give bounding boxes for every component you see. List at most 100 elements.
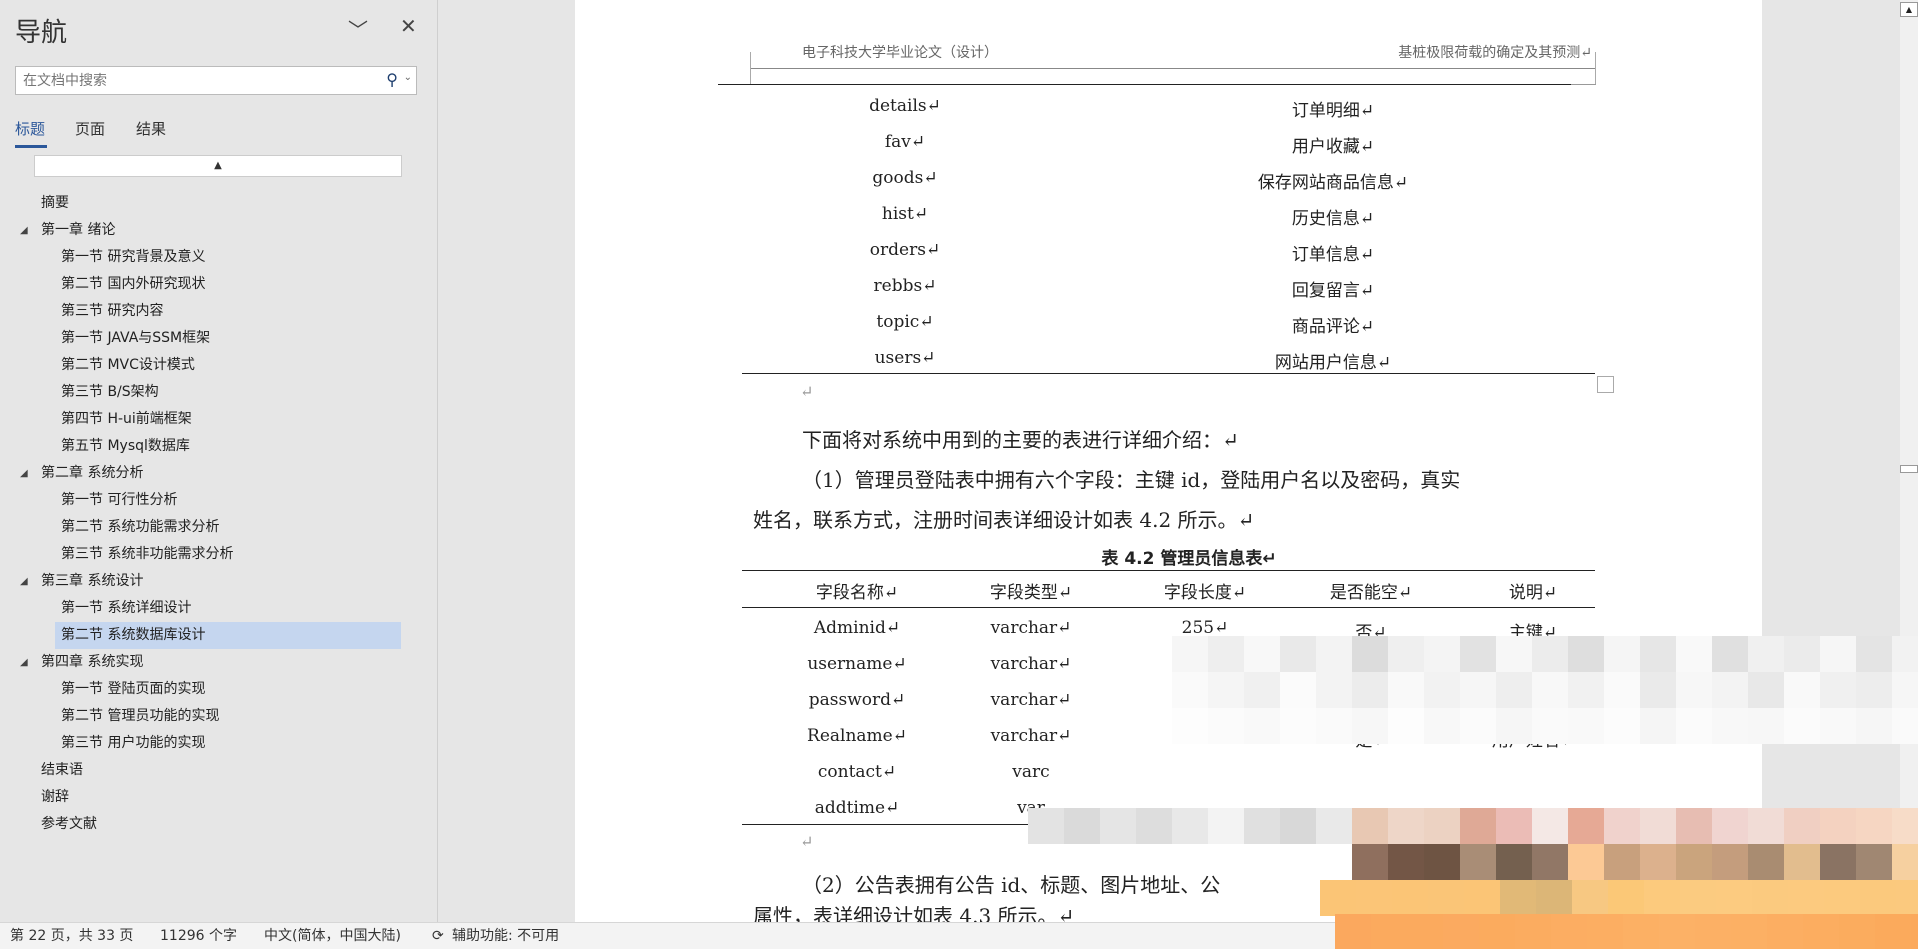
chevron-down-icon[interactable]: ﹀ xyxy=(348,14,368,43)
outline-item[interactable]: 第二章 系统分析 ◢ xyxy=(0,460,401,487)
language[interactable]: 中文(简体，中国大陆) xyxy=(264,923,401,949)
outline-item-label: 第三节 系统非功能需求分析 xyxy=(61,546,234,562)
table2-cell: 是↵ xyxy=(1355,659,1387,679)
table2-cell: varchar↵ xyxy=(990,690,1072,710)
table2-cell: 255↵ xyxy=(1181,618,1229,638)
table2-cell: username↵ xyxy=(807,654,907,674)
outline-item-label: 结束语 xyxy=(41,762,83,778)
table-resize-handle[interactable] xyxy=(1597,376,1614,393)
search-icon[interactable]: ⚲ xyxy=(386,70,398,89)
outline-item[interactable]: 第三节 B/S架构 xyxy=(55,379,401,406)
tab-headings[interactable]: 标题 xyxy=(15,118,45,139)
table1-cell: 保存网站商品信息↵ xyxy=(1257,173,1409,193)
outline-item-label: 第一节 系统详细设计 xyxy=(61,600,192,616)
table1-cell: 历史信息↵ xyxy=(1291,209,1375,229)
scroll-up-icon[interactable]: ▲ xyxy=(1900,2,1918,17)
navigation-pane: 导航 ﹀ ✕ ⚲ ⌄ 标题 页面 结果 ▲ 摘要第一章 绪论 ◢ 第一节 研究背景及… xyxy=(0,0,438,922)
expand-triangle-icon[interactable]: ◢ xyxy=(20,460,28,487)
search-input[interactable] xyxy=(16,67,366,94)
table1-cell: fav↵ xyxy=(884,132,926,152)
outline-item[interactable]: 摘要 xyxy=(0,190,401,217)
outline-item[interactable]: 第一节 研究背景及意义 xyxy=(55,244,401,271)
table2-cell: Adminid↵ xyxy=(813,618,901,638)
outline-item[interactable]: 第一节 登陆页面的实现 xyxy=(55,676,401,703)
outline-item[interactable]: 第二节 系统功能需求分析 xyxy=(55,514,401,541)
margin-mark xyxy=(750,52,751,84)
outline-item-label: 谢辞 xyxy=(41,789,69,805)
search-box[interactable]: ⚲ ⌄ xyxy=(15,66,417,95)
table2-cell: contact↵ xyxy=(817,762,897,782)
close-icon[interactable]: ✕ xyxy=(400,14,417,38)
active-tab-indicator xyxy=(15,145,47,148)
outline-item-label: 第三节 研究内容 xyxy=(61,303,164,319)
scroll-to-top-button[interactable]: ▲ xyxy=(34,155,402,177)
outline-item-label: 第二节 系统数据库设计 xyxy=(61,627,206,643)
outline-item[interactable]: 谢辞 xyxy=(0,784,401,811)
outline-item-label: 参考文献 xyxy=(41,816,97,832)
paragraph: （2）公告表拥有公告 id、标题、图片地址、公 xyxy=(802,873,1221,897)
return-mark: ↵ xyxy=(800,832,814,851)
vertical-scrollbar[interactable]: ▲ xyxy=(1900,0,1918,922)
table1-cell: 订单明细↵ xyxy=(1291,101,1375,121)
table2-header: 字段类型↵ xyxy=(989,583,1073,603)
outline-item[interactable]: 第四章 系统实现 ◢ xyxy=(0,649,401,676)
outline-item-label: 第三节 B/S架构 xyxy=(61,384,159,400)
table2-cell: varchar↵ xyxy=(990,726,1072,746)
outline-item[interactable]: 第一节 可行性分析 xyxy=(55,487,401,514)
tab-pages[interactable]: 页面 xyxy=(75,118,105,139)
outline-item[interactable]: 第一节 系统详细设计 xyxy=(55,595,401,622)
outline-item[interactable]: 第三节 研究内容 xyxy=(55,298,401,325)
table2-cell: 否↵ xyxy=(1355,623,1387,643)
table2-cell: 是↵ xyxy=(1355,695,1387,715)
outline-item[interactable]: 第三章 系统设计 ◢ xyxy=(0,568,401,595)
expand-triangle-icon[interactable]: ◢ xyxy=(20,217,28,244)
outline-item[interactable]: 第三节 系统非功能需求分析 xyxy=(55,541,401,568)
outline-item[interactable]: 第一节 JAVA与SSM框架 xyxy=(55,325,401,352)
canvas-background xyxy=(1762,0,1900,922)
table1-cell: details↵ xyxy=(869,96,941,116)
outline-item[interactable]: 第四节 H-ui前端框架 xyxy=(55,406,401,433)
outline-item[interactable]: 第三节 用户功能的实现 xyxy=(55,730,401,757)
outline-item[interactable]: 第二节 国内外研究现状 xyxy=(55,271,401,298)
table2-cell: 用户名↵ xyxy=(1500,659,1566,679)
table2-cell: 255↵ xyxy=(1181,726,1229,746)
table1-cell: 商品评论↵ xyxy=(1291,317,1375,337)
margin-mark xyxy=(1595,52,1596,84)
table1-top-line xyxy=(718,84,1571,85)
table2-cell: addtime↵ xyxy=(814,798,900,818)
header-left: 电子科技大学毕业论文（设计） xyxy=(802,45,998,61)
table1-cell: 网站用户信息↵ xyxy=(1274,353,1392,373)
scrollbar-thumb[interactable] xyxy=(1900,465,1918,473)
outline-item[interactable]: 第二节 系统数据库设计 xyxy=(55,622,401,649)
outline-item[interactable]: 第二节 MVC设计模式 xyxy=(55,352,401,379)
table1-cell: hist↵ xyxy=(881,204,929,224)
accessibility-status[interactable]: 辅助功能: 不可用 xyxy=(452,923,559,949)
expand-triangle-icon[interactable]: ◢ xyxy=(20,649,28,676)
document-page[interactable]: 电子科技大学毕业论文（设计） 基桩极限荷载的确定及其预测↵ details↵ 订单… xyxy=(575,0,1762,928)
accessibility-icon: ⟳ xyxy=(432,928,444,944)
outline-item[interactable]: 第一章 绪论 ◢ xyxy=(0,217,401,244)
page-count[interactable]: 第 22 页，共 33 页 xyxy=(10,923,133,949)
table2-cell: 密码↵ xyxy=(1508,695,1558,715)
expand-triangle-icon[interactable]: ◢ xyxy=(20,568,28,595)
table2-cell: 用户姓名↵ xyxy=(1491,731,1575,751)
outline-item[interactable]: 第二节 管理员功能的实现 xyxy=(55,703,401,730)
table2-cell: 255↵ xyxy=(1181,654,1229,674)
table2-cell: 255↵ xyxy=(1181,690,1229,710)
table2-header: 是否能空↵ xyxy=(1329,583,1413,603)
table2-cell: varc xyxy=(1012,762,1050,782)
word-count[interactable]: 11296 个字 xyxy=(160,923,237,949)
table1-cell: goods↵ xyxy=(872,168,938,188)
outline-item[interactable]: 结束语 xyxy=(0,757,401,784)
return-mark: ↵ xyxy=(800,382,814,401)
outline-item-label: 第二章 系统分析 xyxy=(41,465,144,481)
outline-item[interactable]: 第五节 Mysql数据库 xyxy=(55,433,401,460)
paragraph: 姓名，联系方式，注册时间表详细设计如表 4.2 所示。↵ xyxy=(753,508,1255,532)
outline-item[interactable]: 参考文献 xyxy=(0,811,401,838)
chevron-down-icon[interactable]: ⌄ xyxy=(404,72,412,83)
tab-results[interactable]: 结果 xyxy=(136,118,166,139)
status-bar: 第 22 页，共 33 页 11296 个字 中文(简体，中国大陆) ⟳ 辅助功… xyxy=(0,922,1918,949)
table2-header: 字段名称↵ xyxy=(815,583,899,603)
outline-item-label: 第三章 系统设计 xyxy=(41,573,144,589)
header-rule xyxy=(750,68,1596,69)
